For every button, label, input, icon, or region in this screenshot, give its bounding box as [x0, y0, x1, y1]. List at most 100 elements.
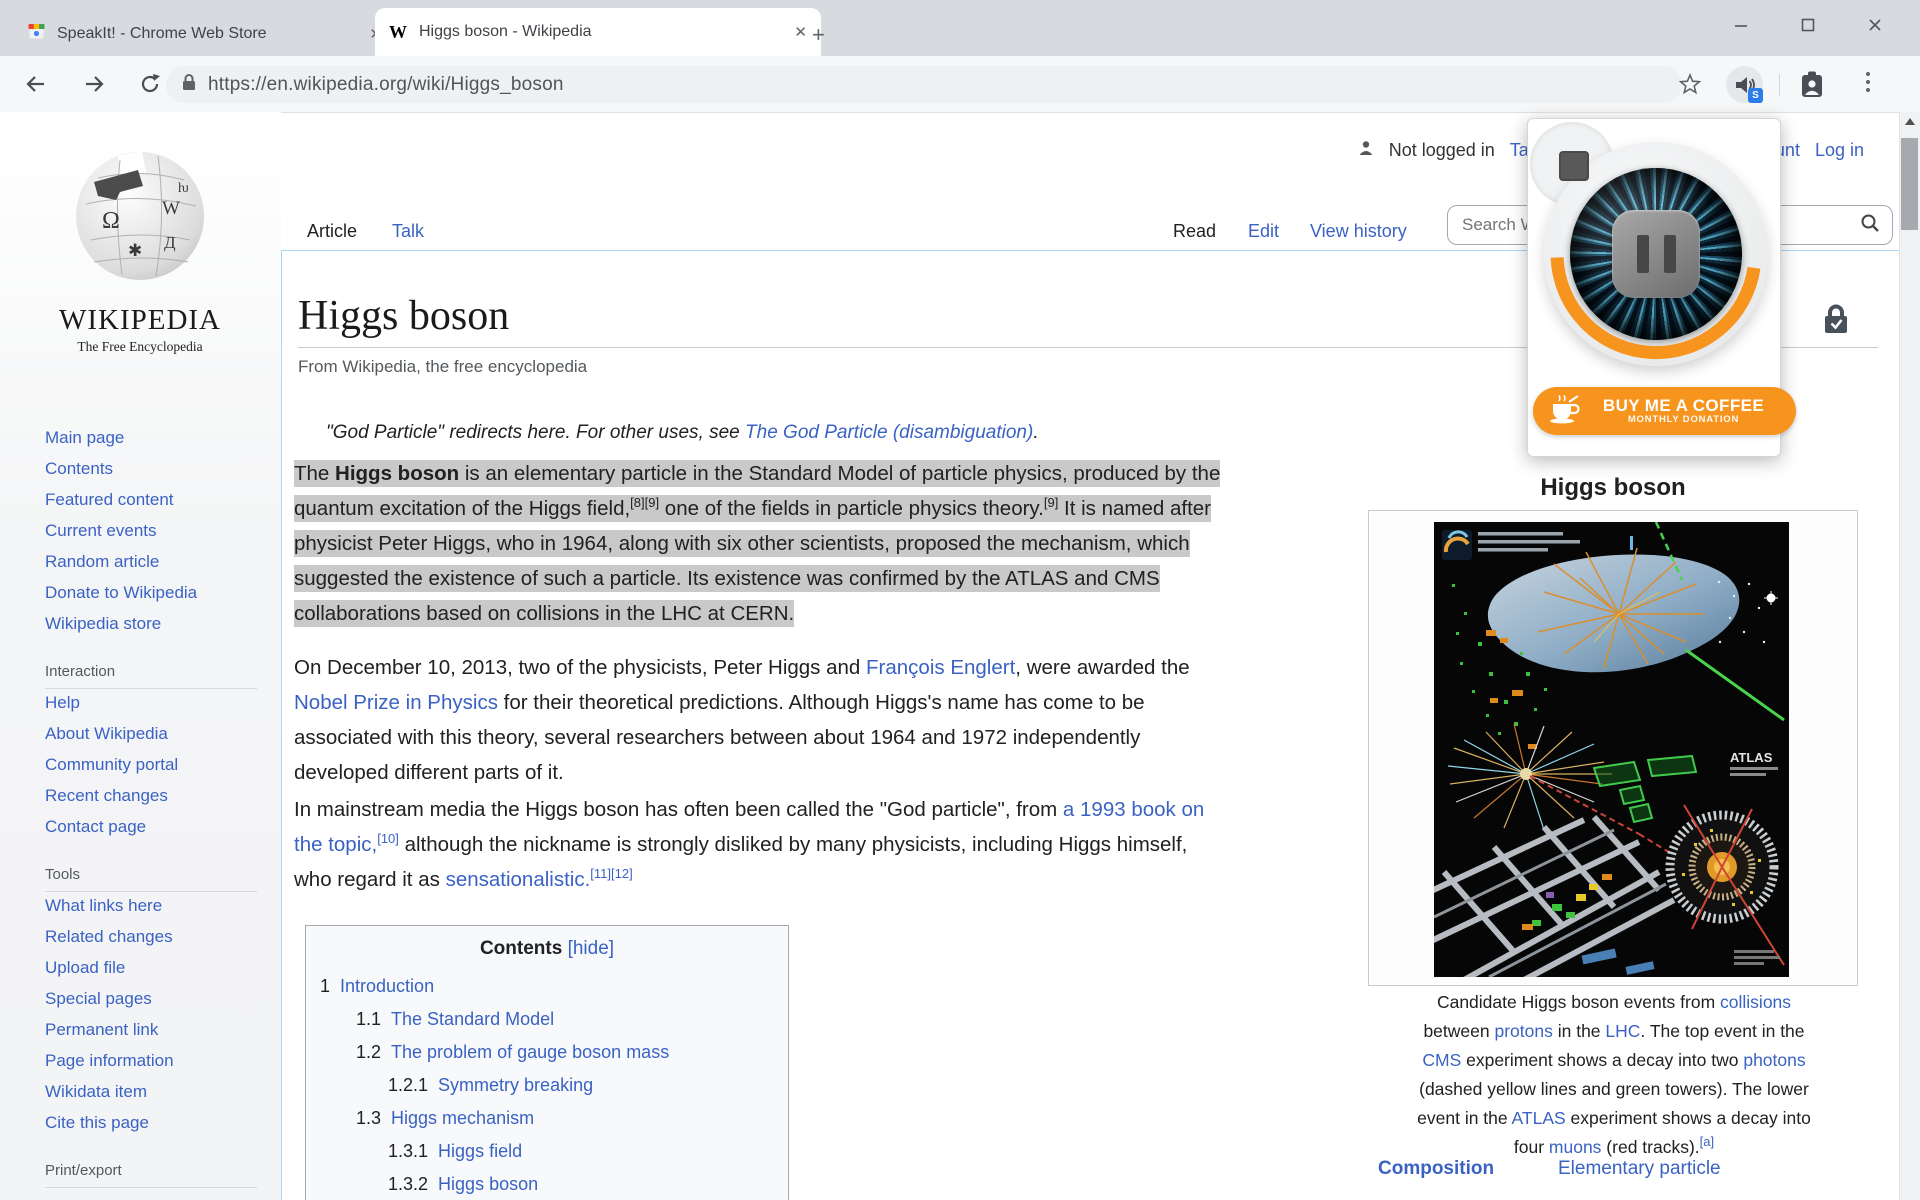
buy-me-a-coffee-button[interactable]: BUY ME A COFFEE MONTHLY DONATION — [1533, 387, 1796, 435]
article-link[interactable]: The God Particle (disambiguation) — [745, 422, 1033, 443]
tab-talk[interactable]: Talk — [392, 221, 424, 242]
sidebar-item-page-information[interactable]: Page information — [45, 1047, 257, 1078]
address-bar[interactable]: https://en.wikipedia.org/wiki/Higgs_boso… — [166, 66, 1682, 103]
sidebar-item-special-pages[interactable]: Special pages — [45, 985, 257, 1016]
close-tab-icon[interactable]: ✕ — [794, 25, 807, 40]
coffee-cup-icon — [1547, 394, 1581, 429]
wikipedia-logo[interactable]: Ω W ✱ Д ƕ WIKIPEDIA The Free Encyclopedi… — [30, 128, 250, 355]
article-link[interactable]: [11][12] — [590, 866, 632, 881]
sidebar-item-wikipedia-store[interactable]: Wikipedia store — [45, 610, 257, 641]
toc-link-the-problem-of-gauge-boson-mass[interactable]: The problem of gauge boson mass — [391, 1042, 669, 1063]
toc-items: 1 Introduction 1.1 The Standard Model 1.2 The… — [306, 970, 788, 1200]
wikipedia-wordmark: WIKIPEDIA — [58, 304, 221, 336]
personal-link-log-in[interactable]: Log in — [1815, 140, 1864, 161]
bookmark-star-icon[interactable] — [1676, 70, 1704, 98]
tab-article[interactable]: Article — [307, 221, 357, 242]
scrollbar-track[interactable] — [1899, 112, 1920, 1200]
forward-icon[interactable] — [80, 70, 108, 98]
sidebar-item-main-page[interactable]: Main page — [45, 424, 257, 455]
tab-view-history[interactable]: View history — [1310, 221, 1407, 242]
sidebar-item-donate-to-wikipedia[interactable]: Donate to Wikipedia — [45, 579, 257, 610]
toc-link-higgs-mechanism[interactable]: Higgs mechanism — [391, 1108, 534, 1129]
pause-button[interactable] — [1612, 210, 1700, 298]
sidebar-item-upload-file[interactable]: Upload file — [45, 954, 257, 985]
sidebar-item-community-portal[interactable]: Community portal — [45, 751, 257, 782]
sidebar-item-random-article[interactable]: Random article — [45, 548, 257, 579]
article-link[interactable]: [10] — [377, 831, 399, 846]
browser-menu-icon[interactable] — [1866, 72, 1870, 92]
toc-link-the-standard-model[interactable]: The Standard Model — [391, 1009, 554, 1030]
page-protection-lock-icon — [1822, 303, 1850, 340]
scrollbar-up-arrow[interactable] — [1905, 118, 1915, 125]
sidebar-item-current-events[interactable]: Current events — [45, 517, 257, 548]
svg-text:W: W — [162, 198, 180, 219]
tab-wikipedia-active[interactable]: W Higgs boson - Wikipedia ✕ — [375, 8, 821, 56]
toc-entry-1.3.2: 1.3.2 Higgs boson — [388, 1174, 539, 1195]
sidebar-item-recent-changes[interactable]: Recent changes — [45, 782, 257, 813]
sidebar-item-featured-content[interactable]: Featured content — [45, 486, 257, 517]
minimize-button[interactable] — [1726, 12, 1756, 38]
infobox-title: Higgs boson — [1540, 474, 1686, 501]
article-link[interactable]: Nobel Prize in Physics — [294, 691, 498, 714]
sidebar-item-contact-page[interactable]: Contact page — [45, 813, 257, 844]
toc-entry-1: 1 Introduction — [320, 976, 435, 997]
extension-badge: S — [1748, 88, 1763, 103]
sidebar-item-cite-this-page[interactable]: Cite this page — [45, 1109, 257, 1140]
sidebar-item-related-changes[interactable]: Related changes — [45, 923, 257, 954]
sidebar-item-permanent-link[interactable]: Permanent link — [45, 1016, 257, 1047]
scrollbar-thumb[interactable] — [1901, 138, 1918, 230]
profile-icon[interactable] — [1801, 71, 1823, 103]
login-status: Not logged in — [1388, 140, 1495, 160]
article-link[interactable]: sensationalistic. — [446, 868, 591, 891]
article-link[interactable]: the topic, — [294, 833, 377, 856]
toc-link-higgs-field[interactable]: Higgs field — [438, 1141, 522, 1162]
article-link[interactable]: photons — [1743, 1050, 1805, 1070]
user-icon — [1358, 140, 1374, 161]
article-link[interactable]: protons — [1494, 1021, 1552, 1041]
article-link[interactable]: ATLAS — [1512, 1108, 1566, 1128]
sidebar-header-interaction: Interaction — [45, 657, 257, 689]
svg-text:Ω: Ω — [102, 208, 120, 234]
reload-icon[interactable] — [136, 70, 164, 98]
toc-entry-1.3: 1.3 Higgs mechanism — [356, 1108, 535, 1129]
toc-link-introduction[interactable]: Introduction — [340, 976, 434, 997]
article-link[interactable]: a 1993 book on — [1063, 798, 1204, 821]
new-tab-button[interactable]: + — [812, 22, 825, 48]
tab-read[interactable]: Read — [1173, 221, 1216, 242]
article-link[interactable]: François Englert — [866, 656, 1015, 679]
infobox-image[interactable]: ATLAS — [1427, 521, 1789, 983]
tab-speakit[interactable]: SpeakIt! - Chrome Web Store ✕ — [18, 12, 392, 56]
https-lock-icon — [182, 73, 196, 96]
composition-label[interactable]: Composition — [1378, 1158, 1494, 1180]
tab-title: Higgs boson - Wikipedia — [419, 23, 592, 40]
article-link[interactable]: muons — [1549, 1137, 1602, 1157]
article-link[interactable]: [a] — [1700, 1134, 1714, 1149]
toc-entry-1.3.1: 1.3.1 Higgs field — [388, 1141, 523, 1162]
toc-link-higgs-boson[interactable]: Higgs boson — [438, 1174, 538, 1195]
article-link[interactable]: CMS — [1422, 1050, 1461, 1070]
tab-title: SpeakIt! - Chrome Web Store — [57, 25, 267, 42]
wikipedia-tagline: The Free Encyclopedia — [77, 339, 203, 354]
buy-button-label: BUY ME A COFFEE — [1602, 395, 1765, 415]
maximize-button[interactable] — [1793, 12, 1823, 38]
sidebar-item-what-links-here[interactable]: What links here — [45, 892, 257, 923]
toc-link-symmetry-breaking[interactable]: Symmetry breaking — [438, 1075, 593, 1096]
sidebar-sections: Main page Contents Featured content Current… — [45, 424, 257, 1188]
sidebar-item-help[interactable]: Help — [45, 689, 257, 720]
article-link[interactable]: LHC — [1605, 1021, 1640, 1041]
sidebar-item-about-wikipedia[interactable]: About Wikipedia — [45, 720, 257, 751]
sidebar-item-wikidata-item[interactable]: Wikidata item — [45, 1078, 257, 1109]
hatnote: "God Particle" redirects here. For other… — [326, 422, 1039, 443]
sidebar-header-tools: Tools — [45, 860, 257, 892]
toc-hide-toggle[interactable]: [hide] — [568, 938, 614, 959]
close-window-button[interactable] — [1860, 12, 1890, 38]
sidebar-header-print-export: Print/export — [45, 1156, 257, 1188]
back-icon[interactable] — [22, 70, 50, 98]
tab-edit[interactable]: Edit — [1248, 221, 1279, 242]
sidebar-item-contents[interactable]: Contents — [45, 455, 257, 486]
search-icon[interactable] — [1860, 213, 1880, 238]
composition-value[interactable]: Elementary particle — [1558, 1158, 1721, 1180]
paragraph-god-particle: In mainstream media the Higgs boson has … — [294, 798, 1205, 891]
article-link[interactable]: collisions — [1720, 992, 1791, 1012]
toc-title: Contents — [479, 938, 563, 959]
